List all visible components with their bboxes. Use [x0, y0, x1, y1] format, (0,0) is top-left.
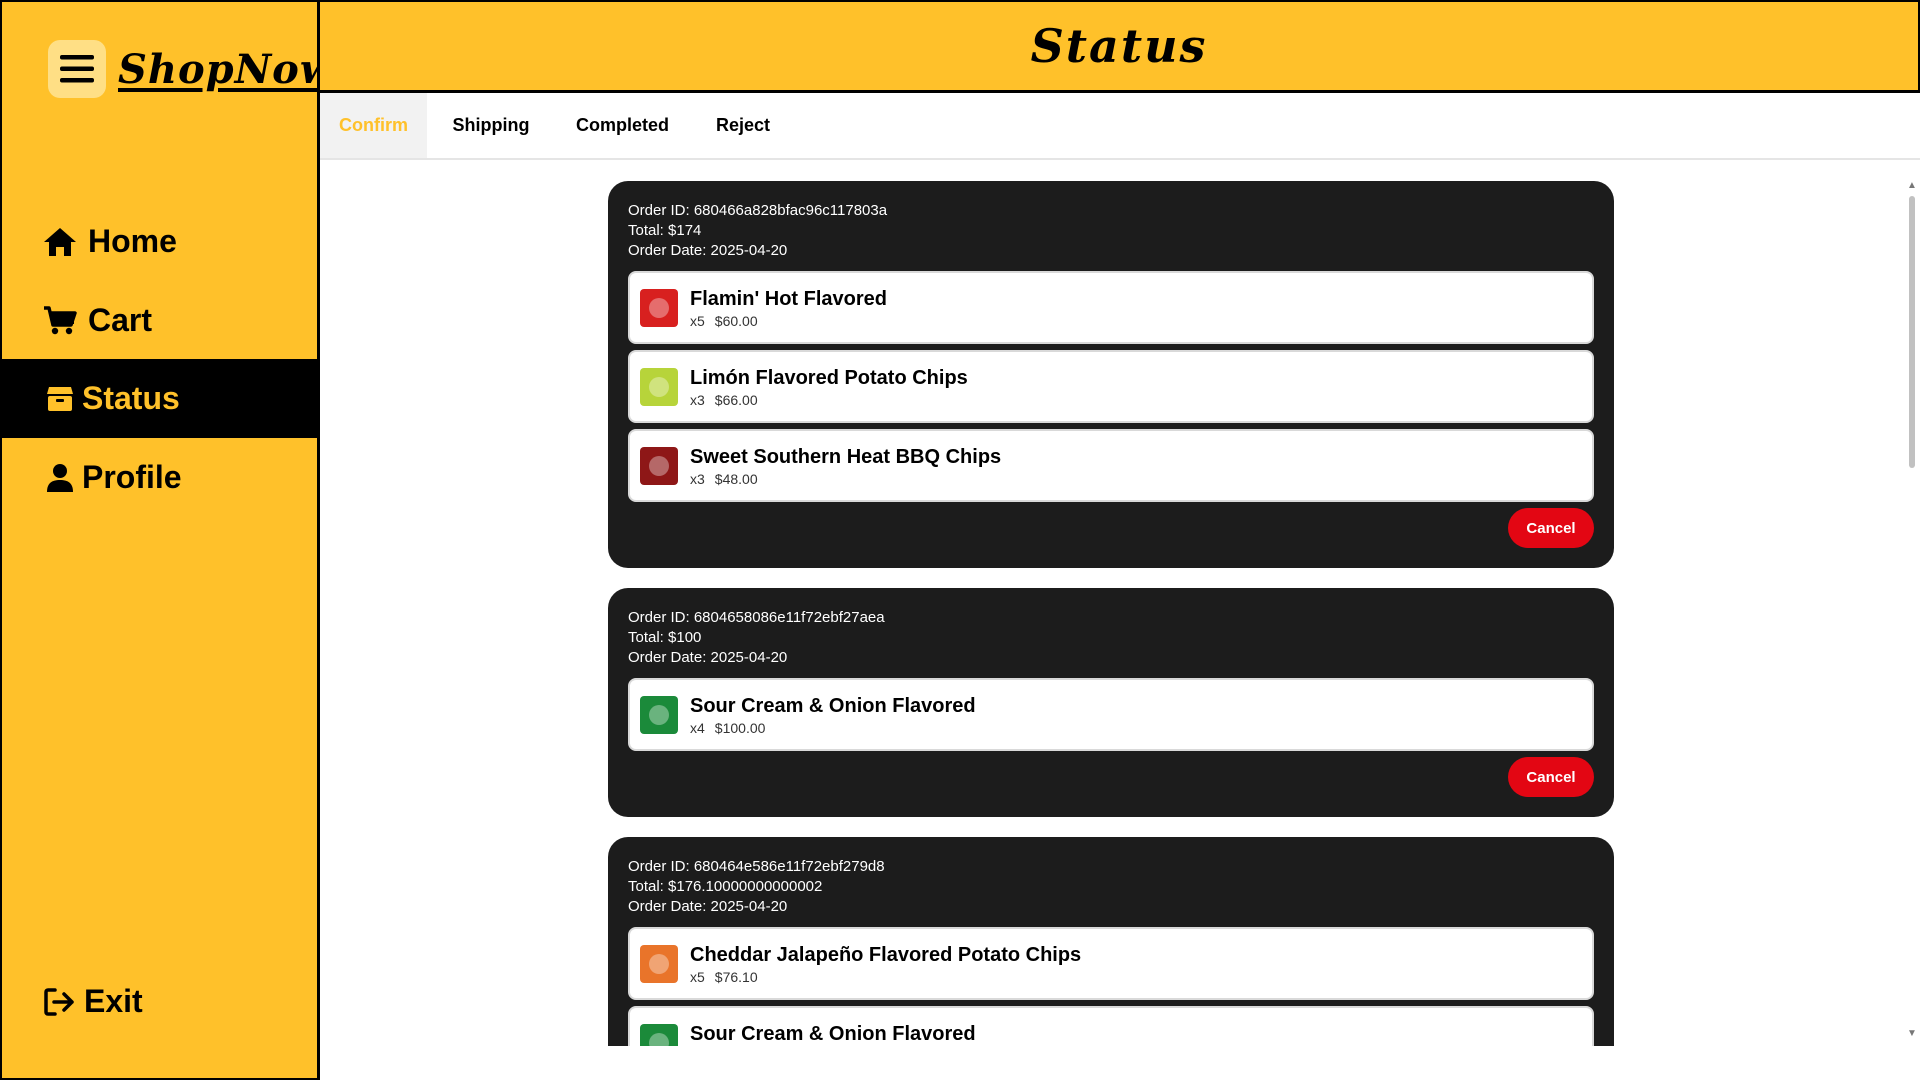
sidebar-item-status[interactable]: Status — [2, 359, 319, 438]
order-item: Cheddar Jalapeño Flavored Potato Chips x… — [628, 927, 1594, 1000]
order-card: Order ID: 6804658086e11f72ebf27aea Total… — [608, 588, 1614, 817]
tab-confirm[interactable]: Confirm — [320, 93, 427, 158]
order-id: Order ID: 6804658086e11f72ebf27aea — [628, 609, 885, 626]
item-name: Limón Flavored Potato Chips — [690, 366, 968, 389]
order-id: Order ID: 680464e586e11f72ebf279d8 — [628, 858, 885, 875]
item-price: $60.00 — [714, 312, 758, 329]
order-date: Order Date: 2025-04-20 — [628, 242, 788, 259]
user-icon — [42, 460, 78, 496]
scroll-up-arrow-icon[interactable]: ▲ — [1906, 180, 1918, 192]
item-price: $48.00 — [714, 470, 758, 487]
order-total: Total: $100 — [628, 629, 702, 646]
sidebar: ShopNow Home Cart Status Profile Exit — [0, 0, 334, 1080]
home-icon — [42, 224, 78, 260]
product-thumbnail — [640, 1023, 678, 1046]
item-qty: x5 — [690, 312, 705, 329]
tab-shipping[interactable]: Shipping — [427, 93, 555, 158]
order-item: Limón Flavored Potato Chips x3 $66.00 — [628, 350, 1594, 423]
order-date: Order Date: 2025-04-20 — [628, 649, 788, 666]
scrollbar-thumb[interactable] — [1909, 196, 1915, 468]
order-item: Flamin' Hot Flavored x5 $60.00 — [628, 271, 1594, 344]
order-date: Order Date: 2025-04-20 — [628, 898, 788, 915]
brand-logo-text[interactable]: ShopNow — [118, 46, 335, 93]
cart-icon — [42, 303, 78, 339]
order-meta: Order ID: 680466a828bfac96c117803a Total… — [628, 201, 1594, 261]
tab-reject[interactable]: Reject — [690, 93, 796, 158]
product-thumbnail — [640, 288, 678, 327]
item-qty: x3 — [690, 391, 705, 408]
order-card: Order ID: 680466a828bfac96c117803a Total… — [608, 181, 1614, 568]
item-qty: x5 — [690, 968, 705, 985]
status-tabs: Confirm Shipping Completed Reject — [320, 93, 1920, 160]
order-total: Total: $176.10000000000002 — [628, 878, 823, 895]
product-thumbnail — [640, 367, 678, 406]
box-icon — [42, 381, 78, 417]
item-qty: x3 — [690, 470, 705, 487]
hamburger-menu-icon[interactable] — [48, 40, 106, 98]
item-name: Sweet Southern Heat BBQ Chips — [690, 445, 1002, 468]
product-thumbnail — [640, 695, 678, 734]
item-price: $100.00 — [714, 719, 766, 736]
sidebar-item-label: Home — [88, 223, 177, 259]
item-name: Sour Cream & Onion Flavored — [690, 694, 976, 717]
order-item: Sweet Southern Heat BBQ Chips x3 $48.00 — [628, 429, 1594, 502]
order-item: Sour Cream & Onion Flavored — [628, 1006, 1594, 1046]
scrollbar[interactable]: ▲ ▼ — [1906, 180, 1918, 1040]
product-thumbnail — [640, 446, 678, 485]
sidebar-item-profile[interactable]: Profile — [2, 438, 319, 517]
orders-content: Order ID: 680466a828bfac96c117803a Total… — [320, 160, 1920, 1046]
sidebar-item-cart[interactable]: Cart — [2, 281, 319, 360]
sidebar-item-label: Profile — [82, 459, 182, 495]
item-name: Sour Cream & Onion Flavored — [690, 1022, 976, 1045]
order-id: Order ID: 680466a828bfac96c117803a — [628, 202, 888, 219]
sidebar-item-home[interactable]: Home — [2, 202, 319, 281]
order-list: Order ID: 680466a828bfac96c117803a Total… — [608, 181, 1614, 1046]
page-title: Status — [1030, 19, 1208, 73]
order-item: Sour Cream & Onion Flavored x4 $100.00 — [628, 678, 1594, 751]
item-price: $76.10 — [714, 968, 758, 985]
item-name: Cheddar Jalapeño Flavored Potato Chips — [690, 943, 1082, 966]
scroll-down-arrow-icon[interactable]: ▼ — [1906, 1028, 1918, 1040]
item-price: $66.00 — [714, 391, 758, 408]
product-thumbnail — [640, 944, 678, 983]
order-meta: Order ID: 6804658086e11f72ebf27aea Total… — [628, 608, 1594, 668]
exit-label: Exit — [84, 983, 143, 1019]
sidebar-item-label: Status — [82, 380, 180, 416]
page-header: Status — [320, 0, 1920, 93]
cancel-button[interactable]: Cancel — [1508, 757, 1594, 797]
item-name: Flamin' Hot Flavored — [690, 287, 888, 310]
sidebar-item-label: Cart — [88, 302, 153, 338]
order-card: Order ID: 680464e586e11f72ebf279d8 Total… — [608, 837, 1614, 1046]
order-meta: Order ID: 680464e586e11f72ebf279d8 Total… — [628, 857, 1594, 917]
order-total: Total: $174 — [628, 222, 702, 239]
brand: ShopNow — [48, 40, 335, 98]
exit-icon — [42, 984, 78, 1020]
item-qty: x4 — [690, 719, 705, 736]
exit-button[interactable]: Exit — [2, 962, 319, 1041]
cancel-button[interactable]: Cancel — [1508, 508, 1594, 548]
tab-completed[interactable]: Completed — [555, 93, 690, 158]
